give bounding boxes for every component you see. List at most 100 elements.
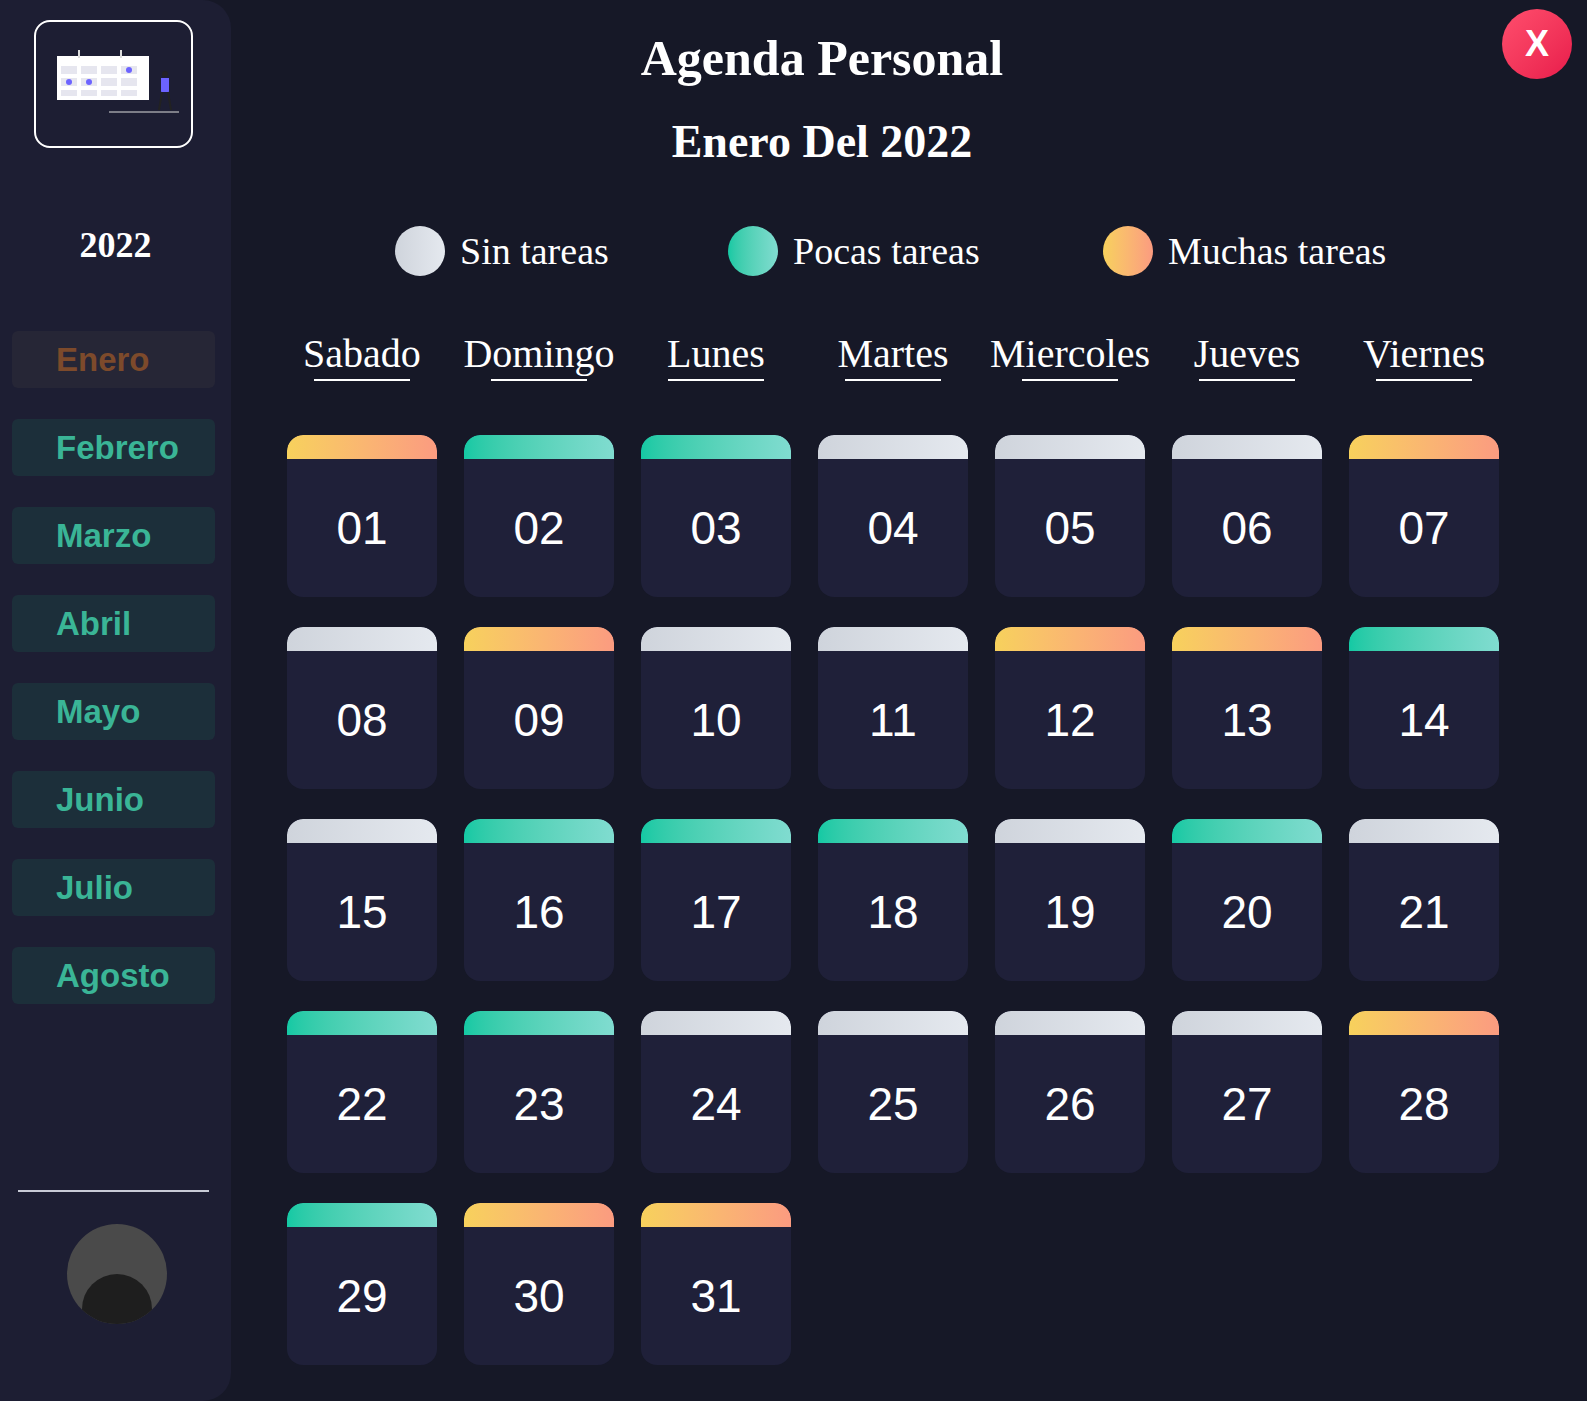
legend-label: Muchas tareas <box>1168 228 1386 274</box>
weekday-label: Jueves <box>1194 332 1301 376</box>
avatar[interactable] <box>67 1224 167 1324</box>
task-strip <box>995 1011 1145 1035</box>
weekday-label: Martes <box>837 332 948 376</box>
day-card[interactable]: 26 <box>995 1011 1145 1173</box>
weekday-label: Miercoles <box>990 332 1150 376</box>
day-card[interactable]: 07 <box>1349 435 1499 597</box>
main-panel: Agenda Personal Enero Del 2022 Sin tarea… <box>231 0 1587 1401</box>
task-strip <box>464 819 614 843</box>
day-card[interactable]: 10 <box>641 627 791 789</box>
task-strip <box>464 1011 614 1035</box>
weekday-underline <box>1199 379 1295 381</box>
task-strip <box>995 819 1145 843</box>
day-number: 20 <box>1172 843 1322 981</box>
day-card[interactable]: 31 <box>641 1203 791 1365</box>
task-strip <box>1172 819 1322 843</box>
day-number: 06 <box>1172 459 1322 597</box>
day-card[interactable]: 05 <box>995 435 1145 597</box>
task-strip <box>818 819 968 843</box>
month-item[interactable]: Febrero <box>12 419 215 476</box>
day-card[interactable]: 30 <box>464 1203 614 1365</box>
month-item[interactable]: Agosto <box>12 947 215 1004</box>
day-number: 11 <box>818 651 968 789</box>
legend-label: Pocas tareas <box>793 228 980 274</box>
day-number: 04 <box>818 459 968 597</box>
legend-dot <box>395 226 445 276</box>
day-card[interactable]: 13 <box>1172 627 1322 789</box>
month-list: Enero Febrero Marzo Abril Mayo Junio Julio Agos… <box>0 331 231 1004</box>
month-title: Enero Del 2022 <box>287 112 1357 172</box>
month-item[interactable]: Abril <box>12 595 215 652</box>
task-strip <box>287 819 437 843</box>
legend-dot <box>1103 226 1153 276</box>
day-number: 24 <box>641 1035 791 1173</box>
day-card[interactable]: 01 <box>287 435 437 597</box>
year-label: 2022 <box>0 223 231 267</box>
weekday-underline <box>845 379 941 381</box>
close-button[interactable]: X <box>1502 9 1572 79</box>
weekday: Martes <box>818 332 968 382</box>
day-number: 07 <box>1349 459 1499 597</box>
day-card[interactable]: 27 <box>1172 1011 1322 1173</box>
day-number: 23 <box>464 1035 614 1173</box>
task-strip <box>995 627 1145 651</box>
day-card[interactable]: 16 <box>464 819 614 981</box>
day-card[interactable]: 19 <box>995 819 1145 981</box>
month-item[interactable]: Julio <box>12 859 215 916</box>
task-strip <box>287 627 437 651</box>
task-strip <box>641 1203 791 1227</box>
day-card[interactable]: 24 <box>641 1011 791 1173</box>
day-card[interactable]: 06 <box>1172 435 1322 597</box>
task-strip <box>1349 1011 1499 1035</box>
day-number: 16 <box>464 843 614 981</box>
month-item[interactable]: Enero <box>12 331 215 388</box>
day-card[interactable]: 11 <box>818 627 968 789</box>
day-card[interactable]: 03 <box>641 435 791 597</box>
day-card[interactable]: 09 <box>464 627 614 789</box>
task-strip <box>287 1203 437 1227</box>
day-number: 26 <box>995 1035 1145 1173</box>
task-strip <box>287 1011 437 1035</box>
day-card[interactable]: 17 <box>641 819 791 981</box>
day-card[interactable]: 02 <box>464 435 614 597</box>
task-strip <box>641 435 791 459</box>
day-number: 27 <box>1172 1035 1322 1173</box>
day-card[interactable]: 22 <box>287 1011 437 1173</box>
day-number: 29 <box>287 1227 437 1365</box>
task-strip <box>464 627 614 651</box>
day-card[interactable]: 23 <box>464 1011 614 1173</box>
day-card[interactable]: 28 <box>1349 1011 1499 1173</box>
day-card[interactable]: 12 <box>995 627 1145 789</box>
day-number: 10 <box>641 651 791 789</box>
day-card[interactable]: 21 <box>1349 819 1499 981</box>
weekday: Viernes <box>1349 332 1499 382</box>
day-number: 03 <box>641 459 791 597</box>
month-item[interactable]: Mayo <box>12 683 215 740</box>
day-card[interactable]: 04 <box>818 435 968 597</box>
legend-item: Muchas tareas <box>1103 226 1443 276</box>
day-card[interactable]: 08 <box>287 627 437 789</box>
task-strip <box>287 435 437 459</box>
day-number: 28 <box>1349 1035 1499 1173</box>
month-item[interactable]: Marzo <box>12 507 215 564</box>
day-number: 22 <box>287 1035 437 1173</box>
task-strip <box>641 819 791 843</box>
day-card[interactable]: 25 <box>818 1011 968 1173</box>
weekday-header: SabadoDomingoLunesMartesMiercolesJuevesV… <box>287 332 1517 382</box>
day-card[interactable]: 18 <box>818 819 968 981</box>
day-number: 21 <box>1349 843 1499 981</box>
day-number: 09 <box>464 651 614 789</box>
day-card[interactable]: 15 <box>287 819 437 981</box>
logo[interactable] <box>34 20 193 148</box>
divider <box>18 1190 209 1192</box>
task-strip <box>818 1011 968 1035</box>
month-item[interactable]: Junio <box>12 771 215 828</box>
day-card[interactable]: 20 <box>1172 819 1322 981</box>
day-grid: 01020304050607 08091011121314 151617181920… <box>287 435 1517 1365</box>
day-card[interactable]: 14 <box>1349 627 1499 789</box>
day-card[interactable]: 29 <box>287 1203 437 1365</box>
day-number: 13 <box>1172 651 1322 789</box>
task-strip <box>464 1203 614 1227</box>
weekday: Jueves <box>1172 332 1322 382</box>
weekday-label: Domingo <box>463 332 614 376</box>
